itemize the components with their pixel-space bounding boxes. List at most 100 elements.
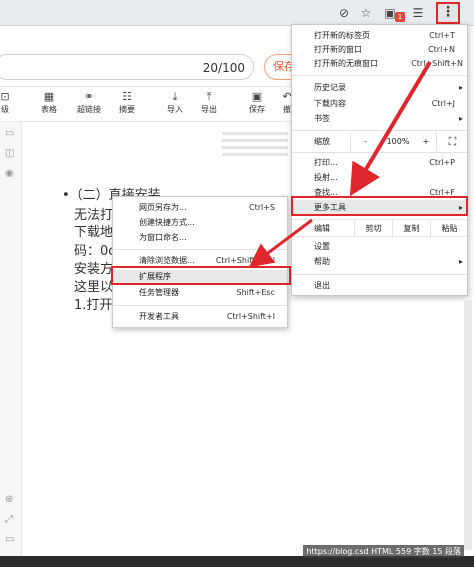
extension-badge: 1 [395,12,405,22]
table-icon: ▦ [43,90,55,103]
edit-label: 编辑 [314,224,330,233]
menu-shortcut: Ctrl+J [431,99,455,108]
menu-item-history[interactable]: 历史记录 ▸ [292,81,467,95]
menu-item-help[interactable]: 帮助 ▸ [292,255,467,269]
title-input[interactable]: 20/100 [0,54,254,80]
url-fragment: https://blog.csd [306,547,369,556]
menu-label: 打开新的窗口 [314,45,362,54]
copy-button[interactable]: 复制 [392,220,430,238]
menu-label: 网页另存为... [139,203,187,212]
menu-label: 历史记录 [314,83,346,92]
chevron-right-icon: ▸ [458,114,463,123]
toolbar-item-summary[interactable]: ☷ 摘要 [110,90,144,115]
toolbar-item-export[interactable]: ⤒ 导出 [192,90,226,115]
menu-label: 打印... [314,158,338,167]
menu-label: 为窗口命名... [139,233,187,242]
outline-icon[interactable]: ▭ [5,128,14,139]
menu-item-name-window[interactable]: 为窗口命名... [113,231,287,245]
layout-icon[interactable]: ◫ [5,148,14,159]
save-icon: ▣ [251,90,263,103]
cut-button[interactable]: 剪切 [354,220,392,238]
menu-label: 下载内容 [314,99,346,108]
menu-divider [292,274,467,275]
eye-off-icon[interactable]: ⊘ [336,5,352,21]
menu-item-save-page[interactable]: 网页另存为... Ctrl+S [113,201,287,215]
menu-item-new-tab[interactable]: 打开新的标签页 Ctrl+T [292,29,467,43]
more-tools-highlight [291,196,468,216]
toolbar-label: 摘要 [119,105,135,114]
fullscreen-icon[interactable]: ⛶ [436,133,468,151]
zoom-label: 缩放 [314,137,330,146]
more-tools-submenu: 网页另存为... Ctrl+S 创建快捷方式... 为窗口命名... 清除浏览数据… [112,196,288,328]
menu-label: 投射... [314,173,338,182]
star-icon[interactable]: ☆ [358,5,374,21]
menu-item-bookmarks[interactable]: 书签 ▸ [292,112,467,126]
toolbar-label: 导出 [201,105,217,114]
chrome-main-menu: 打开新的标签页 Ctrl+T 打开新的窗口 Ctrl+N 打开新的无痕窗口 Ctrl+… [291,24,468,296]
import-icon: ⤓ [172,90,178,103]
menu-label: 退出 [314,281,330,290]
target-icon[interactable]: ⊕ [5,494,13,505]
fullscreen-icon[interactable]: ⤢ [5,514,13,525]
paste-button[interactable]: 粘贴 [430,220,468,238]
word-count: 20/100 [202,61,245,75]
summary-icon: ☷ [122,90,132,103]
menu-item-cast[interactable]: 投射... [292,171,467,185]
menu-item-task-manager[interactable]: 任务管理器 Shift+Esc [113,286,287,300]
export-icon: ⤒ [206,90,212,103]
content-line: 这里以 [74,280,114,295]
menu-item-incognito[interactable]: 打开新的无痕窗口 Ctrl+Shift+N [292,57,467,71]
menu-shortcut: Ctrl+Shift+N [411,59,463,68]
menu-item-settings[interactable]: 设置 [292,240,467,254]
toolbar-item-link[interactable]: ⚭ 超链接 [72,90,106,115]
content-line: 下载地 [74,225,114,240]
toolbar-item-save[interactable]: ▣ 保存 [240,90,274,115]
scrollbar[interactable] [464,300,472,550]
status-text: HTML 559 字数 15 段落 [371,547,461,556]
menu-label: 打开新的无痕窗口 [314,59,378,68]
menu-shortcut: Ctrl+S [248,203,275,212]
eye-icon[interactable]: ◉ [5,168,14,179]
menu-shortcut: Ctrl+T [429,31,455,40]
toolbar-item-import[interactable]: ⤓ 导入 [158,90,192,115]
menu-item-create-shortcut[interactable]: 创建快捷方式... [113,216,287,230]
content-line: 码：0c [74,244,116,259]
doc-thumbnail [222,128,288,168]
menu-label: 设置 [314,242,330,251]
kebab-menu-icon[interactable]: ⋮ [436,2,460,24]
menu-item-new-window[interactable]: 打开新的窗口 Ctrl+N [292,43,467,57]
menu-item-print[interactable]: 打印... Ctrl+P [292,156,467,170]
content-line: 安装方 [74,262,114,277]
doc-header: 20/100 保存 [0,48,304,84]
menu-divider [113,305,287,306]
menu-label: 书签 [314,114,330,123]
menu-item-exit[interactable]: 退出 [292,279,467,293]
menu-item-devtools[interactable]: 开发者工具 Ctrl+Shift+I [113,310,287,324]
menu-divider [292,152,467,153]
toolbar-item-level[interactable]: ⊡ 级 [0,90,22,115]
zoom-row: 缩放 - 100% + ⛶ [292,133,467,151]
monitor-icon[interactable]: ▭ [5,534,14,545]
toolbar-item-table[interactable]: ▦ 表格 [32,90,66,115]
menu-divider [292,130,467,131]
zoom-value: 100% [386,137,410,146]
menu-item-downloads[interactable]: 下载内容 Ctrl+J [292,97,467,111]
menu-divider [113,249,287,250]
menu-shortcut: Ctrl+N [428,45,455,54]
menu-divider [292,75,467,76]
zoom-out-button[interactable]: - [350,133,380,151]
profile-icon[interactable]: ☰ [410,5,426,21]
edit-row: 编辑 剪切 复制 粘贴 [292,219,468,238]
import-icon: ⊡ [0,90,10,103]
zoom-in-button[interactable]: + [416,133,436,151]
toolbar-label: 保存 [249,105,265,114]
menu-shortcut: Shift+Esc [236,288,275,297]
chevron-right-icon: ▸ [458,83,463,92]
menu-label: 打开新的标签页 [314,31,370,40]
menu-label: 开发者工具 [139,312,179,321]
chevron-right-icon: ▸ [458,257,463,266]
toolbar-label: 导入 [167,105,183,114]
menu-label: 任务管理器 [139,288,179,297]
menu-label: 创建快捷方式... [139,218,195,227]
link-icon: ⚭ [84,90,94,103]
